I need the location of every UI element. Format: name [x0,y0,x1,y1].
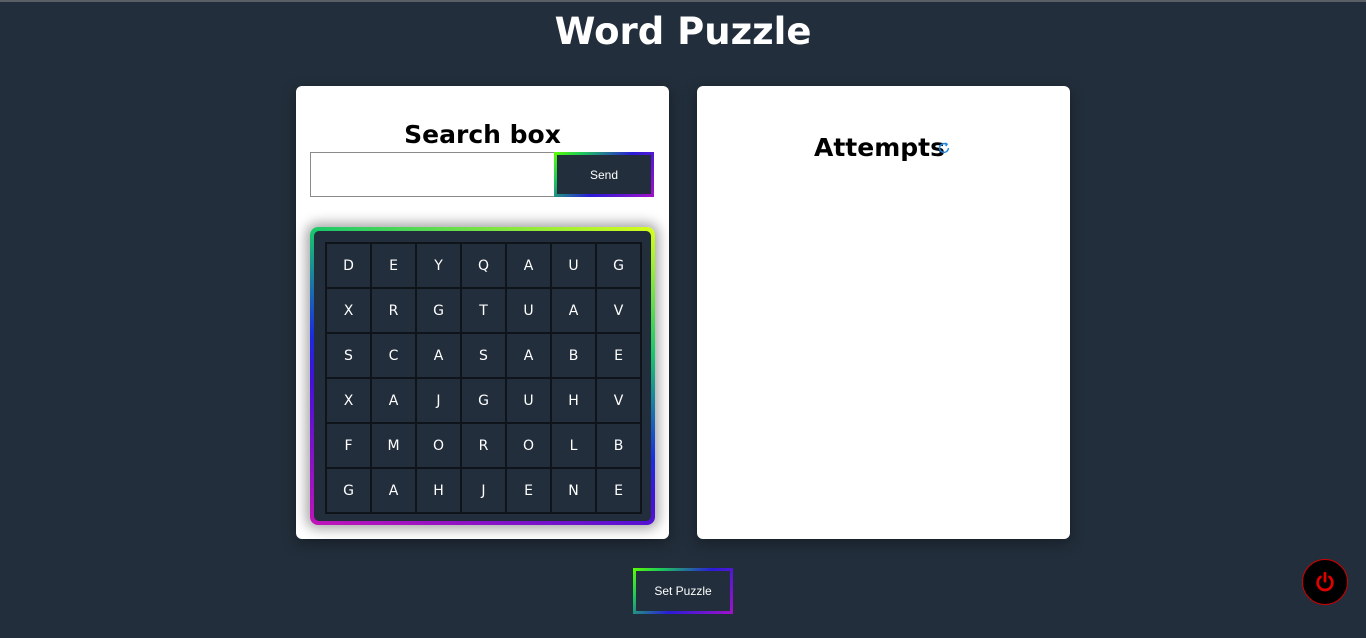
grid-cell[interactable]: G [596,243,641,288]
grid-cell[interactable]: U [551,243,596,288]
grid-cell[interactable]: J [416,378,461,423]
grid-cell[interactable]: S [461,333,506,378]
grid-cell[interactable]: X [326,378,371,423]
grid-cell[interactable]: G [461,378,506,423]
grid-cell[interactable]: A [371,468,416,513]
grid-cell[interactable]: A [551,288,596,333]
attempts-card: Attempts [697,86,1070,539]
grid-cell[interactable]: U [506,378,551,423]
grid-cell[interactable]: E [596,468,641,513]
search-heading: Search box [404,120,561,149]
grid-cell[interactable]: F [326,423,371,468]
grid-cell[interactable]: G [326,468,371,513]
set-puzzle-button[interactable]: Set Puzzle [633,568,733,614]
grid-cell[interactable]: O [506,423,551,468]
grid-cell[interactable]: M [371,423,416,468]
grid-cell[interactable]: R [461,423,506,468]
grid-cell[interactable]: H [551,378,596,423]
grid-cell[interactable]: A [416,333,461,378]
grid-cell[interactable]: E [506,468,551,513]
grid-cell[interactable]: A [506,243,551,288]
grid-cell[interactable]: H [416,468,461,513]
search-input[interactable] [310,152,556,197]
grid-cell[interactable]: E [371,243,416,288]
grid-cell[interactable]: N [551,468,596,513]
send-button[interactable]: Send [554,152,654,197]
grid-cell[interactable]: S [326,333,371,378]
grid-cell[interactable]: B [596,423,641,468]
search-card: Search box Send DEYQAUGXRGTUAVSCASABEXAJ… [296,86,669,539]
grid-cell[interactable]: E [596,333,641,378]
grid-cell[interactable]: V [596,288,641,333]
grid-cell[interactable]: A [371,378,416,423]
attempts-heading: Attempts [814,133,945,162]
send-button-label: Send [557,155,651,194]
grid-cell[interactable]: L [551,423,596,468]
grid-cell[interactable]: O [416,423,461,468]
power-icon [1316,571,1334,592]
power-button[interactable] [1302,559,1348,605]
letter-grid: DEYQAUGXRGTUAVSCASABEXAJGUHVFMOROLBGAHJE… [325,242,642,514]
grid-cell[interactable]: B [551,333,596,378]
grid-cell[interactable]: D [326,243,371,288]
grid-cell[interactable]: R [371,288,416,333]
grid-cell[interactable]: Y [416,243,461,288]
page-title: Word Puzzle [554,10,812,53]
refresh-icon[interactable] [937,141,951,155]
grid-cell[interactable]: A [506,333,551,378]
letter-grid-frame: DEYQAUGXRGTUAVSCASABEXAJGUHVFMOROLBGAHJE… [310,227,655,525]
grid-cell[interactable]: C [371,333,416,378]
grid-cell[interactable]: U [506,288,551,333]
set-puzzle-button-label: Set Puzzle [636,571,730,611]
grid-cell[interactable]: G [416,288,461,333]
grid-cell[interactable]: X [326,288,371,333]
grid-cell[interactable]: V [596,378,641,423]
grid-cell[interactable]: Q [461,243,506,288]
grid-cell[interactable]: T [461,288,506,333]
grid-cell[interactable]: J [461,468,506,513]
